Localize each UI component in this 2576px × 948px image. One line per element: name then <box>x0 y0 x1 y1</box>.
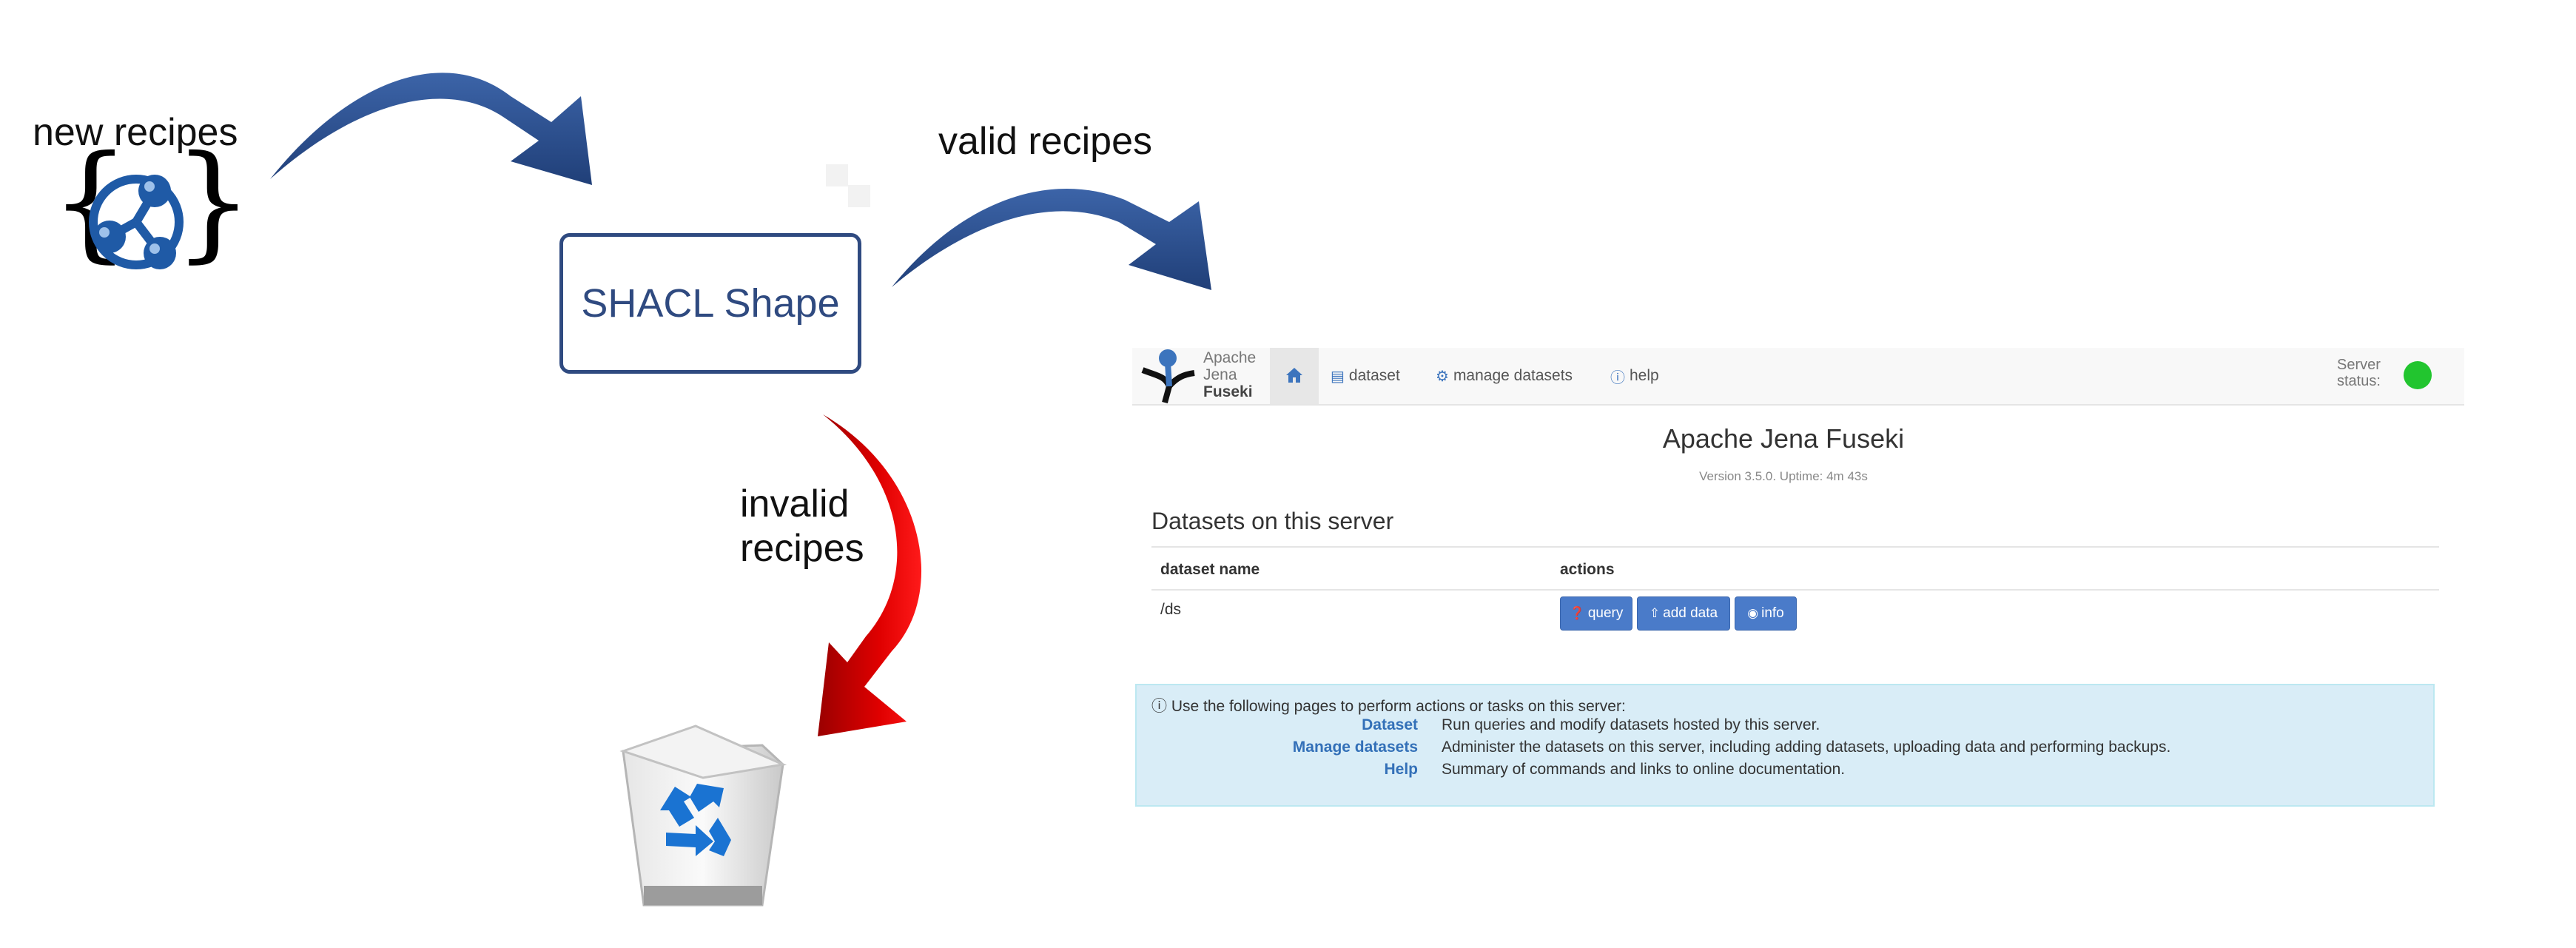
nav-help-label: help <box>1630 367 1659 384</box>
table-divider <box>1151 589 2439 591</box>
arrow-invalid <box>818 414 922 736</box>
decor-square-1 <box>826 164 848 186</box>
brand-line3: Fuseki <box>1203 383 1253 400</box>
nav-manage-label: manage datasets <box>1453 367 1573 384</box>
info-link-manage-datasets[interactable]: Manage datasets <box>1293 739 1418 756</box>
server-status-line1: Server <box>2337 357 2381 373</box>
fuseki-logo-icon <box>1141 349 1195 404</box>
info-link-help[interactable]: Help <box>1384 761 1418 779</box>
database-icon: ▤ <box>1331 368 1345 385</box>
page-title: Apache Jena Fuseki <box>1662 423 1905 454</box>
info-desc-manage-datasets: Administer the datasets on this server, … <box>1442 739 2171 756</box>
fuseki-brand[interactable]: Apache Jena Fuseki <box>1135 348 1276 404</box>
nav-dataset-label: dataset <box>1348 367 1400 384</box>
home-icon <box>1286 368 1302 383</box>
add-data-button[interactable]: ⇧ add data <box>1637 596 1730 631</box>
info-circle-icon: ⓘ <box>1610 369 1625 386</box>
info-panel: ⓘ Use the following pages to perform act… <box>1135 684 2435 807</box>
gears-icon: ⚙ <box>1436 368 1449 385</box>
decor-square-2 <box>848 185 870 207</box>
info-desc-dataset: Run queries and modify datasets hosted b… <box>1442 716 1820 733</box>
datasets-heading: Datasets on this server <box>1151 508 1394 534</box>
info-desc-help: Summary of commands and links to online … <box>1442 761 1846 778</box>
nav-help[interactable]: ⓘ help <box>1610 348 1659 404</box>
invalid-recipes-label: invalid recipes <box>740 483 864 571</box>
invalid-label-line1: invalid <box>740 483 850 525</box>
server-status-indicator <box>2404 361 2432 389</box>
info-intro: ⓘ Use the following pages to perform act… <box>1151 694 1626 716</box>
invalid-label-line2: recipes <box>740 526 864 570</box>
graph-node-icon <box>89 175 184 269</box>
query-button[interactable]: ❓ query <box>1560 596 1632 631</box>
dataset-name-cell: /ds <box>1160 601 1182 618</box>
json-ld-icon: { } <box>50 139 253 281</box>
brand-line1: Apache <box>1203 349 1257 366</box>
server-status-label: Server status: <box>2337 357 2381 389</box>
nav-manage-datasets[interactable]: ⚙ manage datasets <box>1436 348 1573 404</box>
brand-text: Apache Jena Fuseki <box>1203 349 1256 400</box>
server-status-line2: status: <box>2337 373 2381 389</box>
divider <box>1151 546 2439 548</box>
arrow-valid <box>892 188 1211 290</box>
question-circle-icon: ❓ <box>1569 606 1585 620</box>
info-button-label: info <box>1761 605 1784 621</box>
fuseki-screenshot: Apache Jena Fuseki ▤ dataset ⚙ manage da… <box>1132 348 2464 821</box>
nav-dataset[interactable]: ▤ dataset <box>1331 348 1400 404</box>
arrow-to-shacl <box>270 73 592 185</box>
shacl-shape-box: SHACL Shape <box>559 233 861 374</box>
col-header-actions: actions <box>1560 561 1615 578</box>
version-text: Version 3.5.0. Uptime: 4m 43s <box>1699 469 1868 483</box>
recycle-bin-icon <box>619 725 787 907</box>
upload-icon: ⇧ <box>1649 606 1661 620</box>
navbar: Apache Jena Fuseki ▤ dataset ⚙ manage da… <box>1132 348 2464 406</box>
nav-home[interactable] <box>1270 348 1319 404</box>
add-data-button-label: add data <box>1663 605 1718 621</box>
shacl-shape-label: SHACL Shape <box>581 281 840 326</box>
brand-line2: Jena <box>1203 366 1237 383</box>
col-header-name: dataset name <box>1160 561 1260 578</box>
info-link-dataset[interactable]: Dataset <box>1362 716 1418 734</box>
dashboard-icon: ◉ <box>1747 606 1759 620</box>
query-button-label: query <box>1587 605 1624 621</box>
info-intro-text: Use the following pages to perform actio… <box>1171 698 1626 715</box>
valid-recipes-label: valid recipes <box>938 120 1153 163</box>
info-button[interactable]: ◉ info <box>1735 596 1797 631</box>
info-circle-icon: ⓘ <box>1151 698 1167 715</box>
